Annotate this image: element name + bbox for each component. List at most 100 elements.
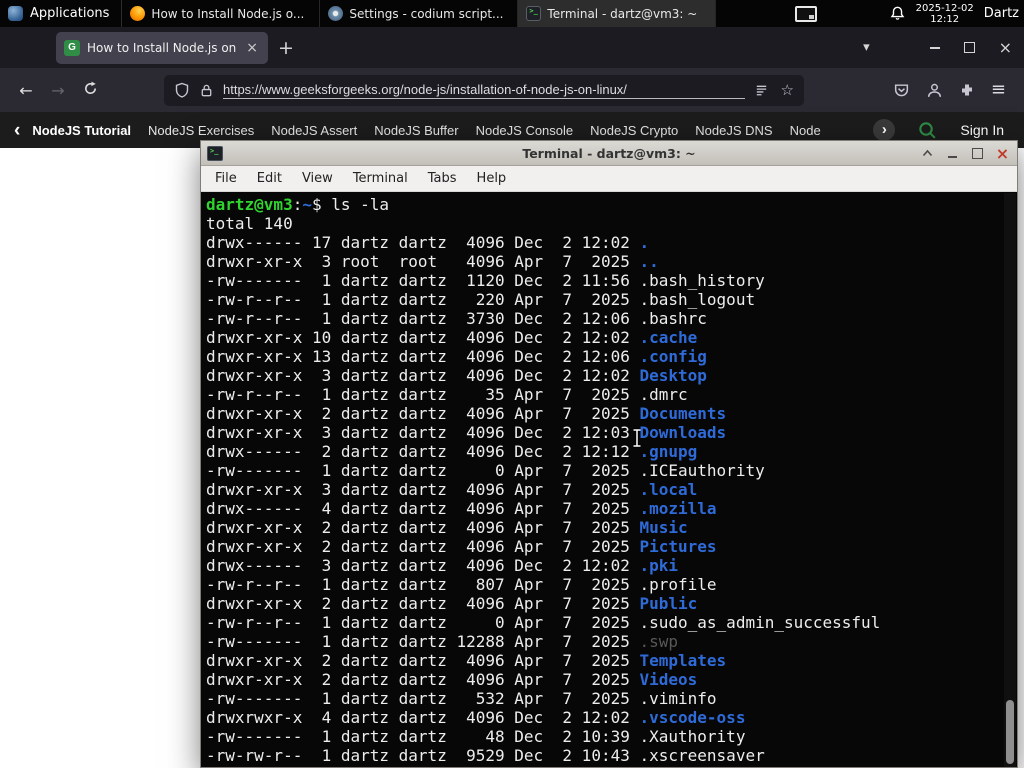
tab-close-icon[interactable]: × (244, 40, 260, 56)
url-text[interactable]: https://www.geeksforgeeks.org/node-js/in… (223, 82, 745, 99)
geeksforgeeks-favicon: G (64, 39, 80, 56)
scrollbar-thumb[interactable] (1006, 700, 1014, 764)
user-menu[interactable]: Dartz (984, 6, 1021, 21)
file-attributes: -rw------- 1 dartz dartz 532 Apr 7 2025 (206, 689, 640, 708)
account-icon[interactable] (926, 82, 943, 99)
terminal-title: Terminal - dartz@vm3: ~ (522, 145, 696, 161)
gfg-nav-item[interactable]: NodeJS Console (476, 123, 574, 138)
file-name: .pki (639, 556, 679, 575)
file-name: .swp (639, 632, 679, 651)
terminal-menu-file[interactable]: File (205, 171, 247, 186)
terminal-output-line: -rw-r--r-- 1 dartz dartz 35 Apr 7 2025 .… (206, 385, 1016, 404)
window-close-button[interactable]: × (987, 38, 1024, 57)
prompt-path: ~ (302, 195, 312, 214)
taskbar-button[interactable]: Terminal - dartz@vm3: ~ (518, 0, 717, 27)
terminal-output-line: drwxr-xr-x 2 dartz dartz 4096 Apr 7 2025… (206, 651, 1016, 670)
terminal-menu-edit[interactable]: Edit (247, 171, 292, 186)
terminal-titlebar[interactable]: Terminal - dartz@vm3: ~ × (201, 141, 1017, 166)
search-icon[interactable] (917, 120, 938, 141)
shade-button[interactable] (919, 145, 936, 162)
reader-mode-icon[interactable] (754, 83, 769, 98)
file-name: .gnupg (639, 442, 698, 461)
applications-icon (8, 6, 23, 21)
terminal-output-line: drwx------ 17 dartz dartz 4096 Dec 2 12:… (206, 233, 1016, 252)
window-minimize-button[interactable] (918, 47, 952, 49)
file-attributes: drwx------ 2 dartz dartz 4096 Dec 2 12:1… (206, 442, 640, 461)
nav-scroll-left-icon[interactable]: ‹ (14, 121, 20, 140)
file-attributes: drwx------ 17 dartz dartz 4096 Dec 2 12:… (206, 233, 640, 252)
gfg-nav-item[interactable]: Node (790, 123, 821, 138)
file-name: .bash_logout (639, 290, 756, 309)
file-attributes: drwxr-xr-x 2 dartz dartz 4096 Apr 7 2025 (206, 537, 640, 556)
nav-scroll-right-icon[interactable]: › (873, 119, 896, 141)
file-name: .cache (639, 328, 698, 347)
taskbar-button-label: How to Install Node.js o... (151, 6, 305, 21)
clock-time: 12:12 (930, 13, 960, 25)
minimize-button[interactable] (944, 145, 961, 162)
file-name: .config (639, 347, 707, 366)
terminal-output-line: -rw-r--r-- 1 dartz dartz 0 Apr 7 2025 .s… (206, 613, 1016, 632)
terminal-output-line: drwxr-xr-x 2 dartz dartz 4096 Apr 7 2025… (206, 518, 1016, 537)
maximize-button[interactable] (969, 145, 986, 162)
system-tray: 2025-12-02 12:12 Dartz (794, 0, 1024, 27)
mouse-cursor (631, 428, 643, 452)
close-button[interactable]: × (994, 144, 1011, 163)
window-controls: ▾ × (851, 38, 1024, 57)
file-attributes: -rw------- 1 dartz dartz 1120 Dec 2 11:5… (206, 271, 640, 290)
terminal-output-line: -rw-r--r-- 1 dartz dartz 220 Apr 7 2025 … (206, 290, 1016, 309)
terminal-menu-help[interactable]: Help (467, 171, 517, 186)
clock[interactable]: 2025-12-02 12:12 (916, 3, 974, 25)
terminal-window-controls: × (919, 144, 1011, 163)
tracking-shield-icon[interactable] (174, 82, 190, 98)
bookmark-star-icon[interactable]: ☆ (781, 81, 794, 99)
lock-icon[interactable] (199, 83, 214, 98)
terminal-output-line: -rw-r--r-- 1 dartz dartz 807 Apr 7 2025 … (206, 575, 1016, 594)
gfg-nav-item[interactable]: NodeJS Buffer (374, 123, 458, 138)
tray-window-icon[interactable] (794, 5, 817, 22)
window-maximize-button[interactable] (952, 42, 987, 53)
terminal-screen[interactable]: dartz@vm3:~$ ls -la total 140 drwx------… (202, 193, 1016, 767)
url-bar[interactable]: https://www.geeksforgeeks.org/node-js/in… (164, 74, 804, 106)
taskbar: How to Install Node.js o... Settings - co… (122, 0, 717, 27)
terminal-menu-tabs[interactable]: Tabs (418, 171, 467, 186)
terminal-scrollbar[interactable] (1004, 193, 1016, 767)
taskbar-button[interactable]: How to Install Node.js o... (122, 0, 321, 27)
terminal-menu-terminal[interactable]: Terminal (343, 171, 418, 186)
new-tab-button[interactable]: + (268, 37, 304, 59)
file-attributes: -rw-r--r-- 1 dartz dartz 220 Apr 7 2025 (206, 290, 640, 309)
file-name: .sudo_as_admin_successful (639, 613, 881, 632)
pocket-icon[interactable] (893, 82, 910, 99)
terminal-total-line: total 140 (206, 214, 293, 233)
gfg-nav-item[interactable]: NodeJS Tutorial (32, 123, 131, 138)
terminal-prompt-line: dartz@vm3:~$ ls -la (206, 195, 1016, 214)
gfg-nav-item[interactable]: NodeJS Exercises (148, 123, 254, 138)
file-name: .mozilla (639, 499, 717, 518)
app-menu-icon[interactable]: ≡ (991, 81, 1006, 99)
notification-bell-icon[interactable] (889, 5, 906, 22)
terminal-menu-view[interactable]: View (292, 171, 343, 186)
file-name: .dmrc (639, 385, 688, 404)
taskbar-button[interactable]: Settings - codium script... (320, 0, 519, 27)
file-attributes: drwxr-xr-x 2 dartz dartz 4096 Apr 7 2025 (206, 594, 640, 613)
gfg-nav-item[interactable]: NodeJS Crypto (590, 123, 678, 138)
terminal-output-line: drwxr-xr-x 3 dartz dartz 4096 Dec 2 12:0… (206, 366, 1016, 385)
terminal-output-line: -rw------- 1 dartz dartz 532 Apr 7 2025 … (206, 689, 1016, 708)
terminal-output-line: drwxr-xr-x 2 dartz dartz 4096 Apr 7 2025… (206, 670, 1016, 689)
file-name: Desktop (639, 366, 707, 385)
applications-menu-button[interactable]: Applications (0, 0, 123, 27)
reload-button[interactable] (74, 81, 106, 100)
extensions-icon[interactable] (959, 82, 975, 98)
list-tabs-icon[interactable]: ▾ (851, 40, 882, 55)
file-name: .profile (639, 575, 717, 594)
browser-tab[interactable]: G How to Install Node.js on × (56, 31, 268, 64)
gfg-nav-item[interactable]: NodeJS DNS (695, 123, 772, 138)
file-attributes: -rw-rw-r-- 1 dartz dartz 9529 Dec 2 10:4… (206, 746, 640, 765)
gfg-nav-item[interactable]: NodeJS Assert (271, 123, 357, 138)
forward-button[interactable]: → (42, 81, 74, 100)
terminal-output-line: -rw------- 1 dartz dartz 1120 Dec 2 11:5… (206, 271, 1016, 290)
file-attributes: drwxr-xr-x 2 dartz dartz 4096 Apr 7 2025 (206, 651, 640, 670)
firefox-icon (130, 6, 146, 21)
taskbar-button-label: Settings - codium script... (349, 6, 504, 21)
sign-in-button[interactable]: Sign In (960, 122, 1004, 138)
back-button[interactable]: ← (10, 81, 42, 100)
